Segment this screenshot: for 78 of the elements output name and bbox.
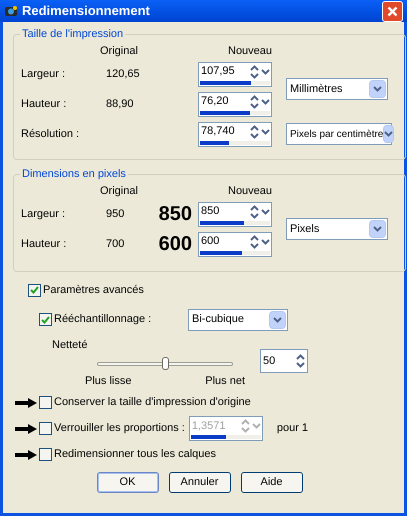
checkbox-label: Verrouiller les proportions : [54,421,185,436]
field-value: 76,20 [201,94,230,110]
chevron-down-icon[interactable] [261,208,270,214]
original-value: 120,65 [106,66,140,82]
spin-arrows-icon[interactable] [250,94,259,108]
spin-arrows-icon[interactable] [250,64,259,78]
checkmark-icon [41,316,50,324]
column-header: Nouveau [227,44,272,58]
checkbox-label: Redimensionner tous les calques [54,447,216,462]
field-value: 850 [201,204,220,220]
chevron-down-icon [373,226,382,232]
field-value: 50 [263,354,276,369]
dropdown-button[interactable] [383,125,394,143]
number-field[interactable]: 50 [260,349,308,373]
dropdown-button[interactable] [269,310,286,328]
dialog-button[interactable]: Annuler [168,472,230,492]
column-header: Original [99,44,139,58]
chevron-down-icon[interactable] [261,98,270,104]
dialog-button[interactable]: Aide [240,472,302,492]
slider-thumb[interactable] [162,357,169,370]
annotation-number: 850 [158,204,192,224]
chevron-down-icon[interactable] [261,128,270,134]
original-value: 700 [106,236,124,252]
checkbox-label: Conserver la taille d'impression d'origine [54,395,251,410]
slider-min-label: Plus lisse [85,374,132,389]
chevron-down-icon [373,86,382,92]
field-value: 600 [201,234,220,250]
field-value: 1,3571 [192,418,226,434]
chevron-down-icon [273,316,282,322]
spin-arrows-icon[interactable] [250,124,259,138]
checkbox[interactable] [39,313,52,326]
dialog-button[interactable]: OK [96,472,158,492]
slider[interactable] [97,355,233,373]
chevron-down-icon[interactable] [261,238,270,244]
window-title: Redimensionnement [22,2,151,20]
original-value: 88,90 [106,96,134,112]
field-label: Largeur : [21,66,66,82]
number-field[interactable]: 107,95 [198,62,272,86]
close-button[interactable] [382,0,403,22]
dropdown-button[interactable] [369,220,386,238]
group-title: Taille de l'impression [21,27,124,42]
app-icon [4,4,18,18]
field-label: Hauteur : [21,236,68,252]
number-field[interactable]: 78,740 [198,122,272,146]
dropdown[interactable]: Pixels par centimètre [286,123,392,145]
dropdown[interactable]: Bi-cubique [188,308,288,330]
checkbox[interactable] [39,422,52,435]
ratio-suffix: pour 1 [276,421,308,436]
field-value: 107,95 [201,64,236,80]
checkbox[interactable] [28,284,41,297]
spin-arrows-icon[interactable] [250,234,259,248]
original-value: 950 [106,206,124,222]
annotation-number: 600 [158,234,192,254]
column-header: Original [99,184,139,198]
column-header: Nouveau [227,184,272,198]
checkbox-label: Paramètres avancés [43,283,144,298]
number-field[interactable]: 600 [198,232,272,256]
checkbox[interactable] [39,396,52,409]
dropdown[interactable]: Millimètres [286,78,388,100]
field-label: Hauteur : [21,96,68,112]
spin-arrows-icon[interactable] [296,354,305,368]
chevron-down-icon[interactable] [261,68,270,74]
field-value: 78,740 [201,124,236,140]
group-title: Dimensions en pixels [21,167,127,182]
dropdown[interactable]: Pixels [286,218,388,240]
dropdown-button[interactable] [369,80,386,98]
checkmark-icon [30,286,39,294]
checkbox[interactable] [39,448,52,461]
number-field[interactable]: 76,20 [198,92,272,116]
checkbox-label: Rééchantillonnage : [54,312,152,328]
field-label: Résolution : [21,126,80,142]
slider-max-label: Plus net [205,374,245,389]
close-icon [387,6,398,16]
number-field[interactable]: 850 [198,202,272,226]
chevron-down-icon [384,131,394,137]
field-label: Largeur : [21,206,66,222]
spin-arrows-icon[interactable] [250,204,259,218]
slider-label: Netteté [52,338,88,352]
